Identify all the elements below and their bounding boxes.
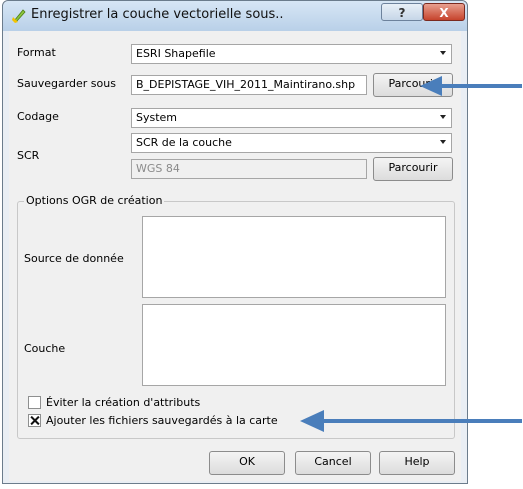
add-to-map-checkbox[interactable] xyxy=(28,414,41,427)
save-as-label: Sauvegarder sous xyxy=(17,77,116,90)
annotation-arrow-browse xyxy=(420,76,522,96)
datasource-options-textarea[interactable] xyxy=(142,216,446,298)
crs-value: WGS 84 xyxy=(136,162,180,175)
ogr-options-group: Options OGR de création Source de donnée… xyxy=(17,194,455,439)
title-help-button[interactable]: ? xyxy=(381,3,423,21)
layer-label: Couche xyxy=(24,342,66,355)
browse-crs-button[interactable]: Parcourir xyxy=(373,157,453,181)
save-as-input[interactable]: B_DEPISTAGE_VIH_2011_Maintirano.shp xyxy=(131,75,367,95)
format-value: ESRI Shapefile xyxy=(136,47,216,60)
crs-input: WGS 84 xyxy=(131,159,367,179)
format-label: Format xyxy=(17,46,56,59)
skip-attributes-checkbox[interactable] xyxy=(28,396,41,409)
qgis-logo-icon xyxy=(12,9,26,23)
datasource-label: Source de donnée xyxy=(24,252,124,265)
crs-mode-value: SCR de la couche xyxy=(136,136,232,149)
title-bar[interactable]: Enregistrer la couche vectorielle sous..… xyxy=(3,1,467,31)
close-button[interactable]: X xyxy=(423,3,465,21)
skip-attributes-label: Éviter la création d'attributs xyxy=(46,396,201,409)
crs-label: SCR xyxy=(17,149,40,162)
chevron-down-icon xyxy=(440,115,446,119)
ok-button[interactable]: OK xyxy=(209,451,285,475)
window-title: Enregistrer la couche vectorielle sous.. xyxy=(31,7,284,22)
help-button[interactable]: Help xyxy=(379,451,455,475)
crs-mode-select[interactable]: SCR de la couche xyxy=(131,133,452,153)
encoding-select[interactable]: System xyxy=(131,108,452,128)
format-select[interactable]: ESRI Shapefile xyxy=(131,44,452,64)
ogr-options-title: Options OGR de création xyxy=(24,194,165,207)
add-to-map-label: Ajouter les fichiers sauvegardés à la ca… xyxy=(46,414,278,427)
chevron-down-icon xyxy=(440,51,446,55)
annotation-arrow-add-to-map xyxy=(300,410,522,432)
cancel-button[interactable]: Cancel xyxy=(295,451,371,475)
layer-options-textarea[interactable] xyxy=(142,304,446,386)
encoding-label: Codage xyxy=(17,110,59,123)
chevron-down-icon xyxy=(440,140,446,144)
encoding-value: System xyxy=(136,111,178,124)
save-as-value: B_DEPISTAGE_VIH_2011_Maintirano.shp xyxy=(136,78,356,91)
